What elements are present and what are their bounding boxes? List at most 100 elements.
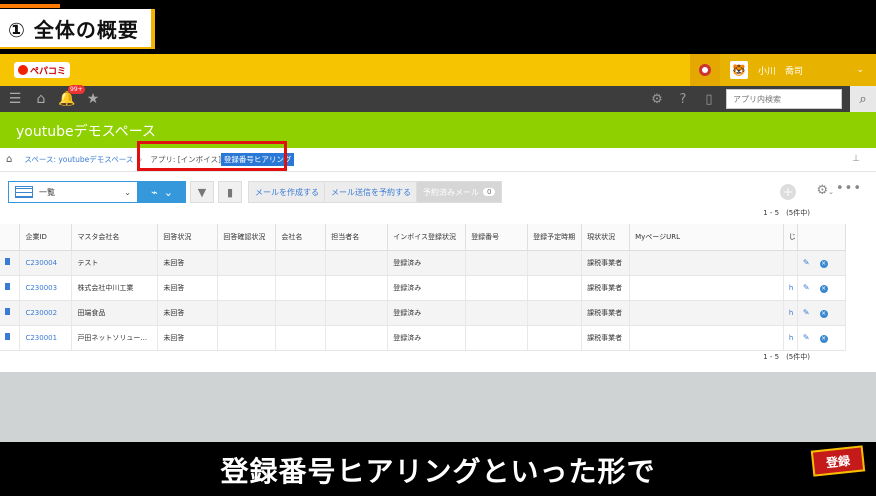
record-cell[interactable] <box>0 275 21 301</box>
search-button[interactable]: ⌕ <box>850 86 876 112</box>
nav-bar: ☰ ⌂ 🔔99+ ★ ⚙ ? ▯ ⌕ <box>0 85 876 112</box>
logo[interactable]: ぺパコミ <box>14 62 71 78</box>
user-menu[interactable]: 🐯 小川 喬司 ⌄ <box>720 54 876 86</box>
star-icon[interactable]: ★ <box>84 91 102 107</box>
add-record-button[interactable]: + <box>780 184 796 200</box>
record-id[interactable]: C230003 <box>19 275 73 301</box>
column-header[interactable]: 担当者名 <box>325 224 389 251</box>
create-mail-button[interactable]: メールを作成する <box>248 181 326 203</box>
graph-button[interactable]: ⌁ ⌄ <box>138 181 186 203</box>
master-company: 戸田ネットソリュー... <box>71 325 159 351</box>
avatar: 🐯 <box>730 61 748 79</box>
current-status: 課税事業者 <box>581 275 631 301</box>
delete-icon[interactable]: × <box>819 259 828 268</box>
line-chart-icon: ⌁ <box>151 185 158 199</box>
table-view-icon <box>15 186 33 198</box>
table-row[interactable]: C230001 戸田ネットソリュー... 未回答 登録済み 課税事業者 h ✎ × <box>0 325 847 351</box>
chevron-down-icon: ⌄ <box>163 185 173 199</box>
edit-icon[interactable]: ✎ <box>803 308 810 317</box>
column-header[interactable]: じ <box>783 224 798 251</box>
record-table: 企業ID マスタ会社名 回答状況 回答確認状況 会社名 担当者名 インボイス登録… <box>0 224 847 351</box>
column-header[interactable]: 登録予定時期 <box>527 224 583 251</box>
cell <box>629 250 784 276</box>
cell <box>629 275 784 301</box>
edit-icon[interactable]: ✎ <box>803 283 810 292</box>
column-header[interactable]: 回答確認状況 <box>217 224 277 251</box>
answer-status: 未回答 <box>157 300 219 326</box>
column-header[interactable]: マスタ会社名 <box>71 224 159 251</box>
cell <box>325 300 389 326</box>
cell <box>217 275 277 301</box>
header-right: 🐯 小川 喬司 ⌄ <box>690 54 876 86</box>
record-cell[interactable] <box>0 300 21 326</box>
breadcrumb-space[interactable]: スペース: youtubeデモスペース <box>24 154 133 165</box>
table-row[interactable]: C230003 株式会社中川工業 未回答 登録済み 課税事業者 h ✎ × <box>0 275 847 301</box>
delete-icon[interactable]: × <box>819 309 828 318</box>
bar-chart-icon: ▮ <box>226 185 234 199</box>
current-status: 課税事業者 <box>581 325 631 351</box>
record-detail-icon <box>5 333 10 340</box>
pin-icon[interactable]: ⊥ <box>852 154 860 164</box>
gear-icon: ⚙ <box>816 183 829 198</box>
notification-button[interactable] <box>690 54 720 86</box>
mypage-url[interactable]: h <box>783 275 798 301</box>
row-actions: ✎ × <box>797 275 847 301</box>
home-icon[interactable]: ⌂ <box>6 154 12 165</box>
column-header[interactable]: インボイス登録状況 <box>387 224 467 251</box>
breadcrumb: ⌂ スペース: youtubeデモスペース › アプリ: [インボイス] 登録番号… <box>0 141 876 172</box>
column-header[interactable]: MyページURL <box>629 224 784 251</box>
record-detail-icon <box>5 308 10 315</box>
column-header[interactable]: 企業ID <box>19 224 73 251</box>
record-id[interactable]: C230004 <box>19 250 73 276</box>
filter-button[interactable]: ▼ <box>190 181 214 203</box>
cell <box>527 300 583 326</box>
cell <box>527 275 583 301</box>
record-id[interactable]: C230001 <box>19 325 73 351</box>
more-options-button[interactable]: ••• <box>836 181 862 196</box>
app-settings-button[interactable]: ⚙⌄ <box>816 183 834 198</box>
column-header[interactable]: 回答状況 <box>157 224 219 251</box>
notification-count-badge: 99+ <box>68 85 85 94</box>
table-row[interactable]: C230004 テスト 未回答 登録済み 課税事業者 ✎ × <box>0 250 847 276</box>
view-select[interactable]: 一覧 ⌄ <box>8 181 138 203</box>
cell <box>629 300 784 326</box>
invoice-status: 登録済み <box>387 325 467 351</box>
plus-icon: + <box>782 185 794 199</box>
delete-icon[interactable]: × <box>819 284 828 293</box>
gear-icon[interactable]: ⚙ <box>648 92 666 107</box>
home-icon[interactable]: ⌂ <box>32 91 50 107</box>
search-input[interactable] <box>726 89 842 109</box>
delete-icon[interactable]: × <box>819 334 828 343</box>
column-header[interactable]: 現状状況 <box>581 224 631 251</box>
mypage-url[interactable] <box>783 250 798 276</box>
row-actions: ✎ × <box>797 325 847 351</box>
edit-icon[interactable]: ✎ <box>803 333 810 342</box>
mypage-url[interactable]: h <box>783 325 798 351</box>
column-header[interactable]: 登録番号 <box>465 224 529 251</box>
answer-status: 未回答 <box>157 325 219 351</box>
record-cell[interactable] <box>0 250 21 276</box>
master-company: 株式会社中川工業 <box>71 275 159 301</box>
bell-icon[interactable]: 🔔 99+ <box>58 85 85 107</box>
logo-text: ぺパコミ <box>30 66 67 77</box>
cell <box>217 300 277 326</box>
logo-mark-icon <box>18 65 28 75</box>
pager-top: 1 - 5 (5件中) <box>763 209 810 217</box>
table-row[interactable]: C230002 田端食品 未回答 登録済み 課税事業者 h ✎ × <box>0 300 847 326</box>
scheduled-mail-button[interactable]: 予約済みメール 0 <box>416 181 503 203</box>
record-cell[interactable] <box>0 325 21 351</box>
help-icon[interactable]: ? <box>674 92 692 107</box>
cell <box>275 325 327 351</box>
column-header[interactable]: 会社名 <box>275 224 327 251</box>
row-actions: ✎ × <box>797 250 847 276</box>
graph-summary-button[interactable]: ▮ <box>218 181 242 203</box>
edit-icon[interactable]: ✎ <box>803 258 810 267</box>
toolbar: 一覧 ⌄ ⌁ ⌄ ▼ ▮ メールを作成する メール送信を予約する 予約済みメール… <box>0 172 876 206</box>
menu-icon[interactable]: ☰ <box>6 91 24 107</box>
mobile-icon[interactable]: ▯ <box>700 92 718 107</box>
section-title: ① 全体の概要 <box>8 17 139 42</box>
answer-status: 未回答 <box>157 275 219 301</box>
mypage-url[interactable]: h <box>783 300 798 326</box>
record-id[interactable]: C230002 <box>19 300 73 326</box>
schedule-mail-button[interactable]: メール送信を予約する <box>324 181 418 203</box>
